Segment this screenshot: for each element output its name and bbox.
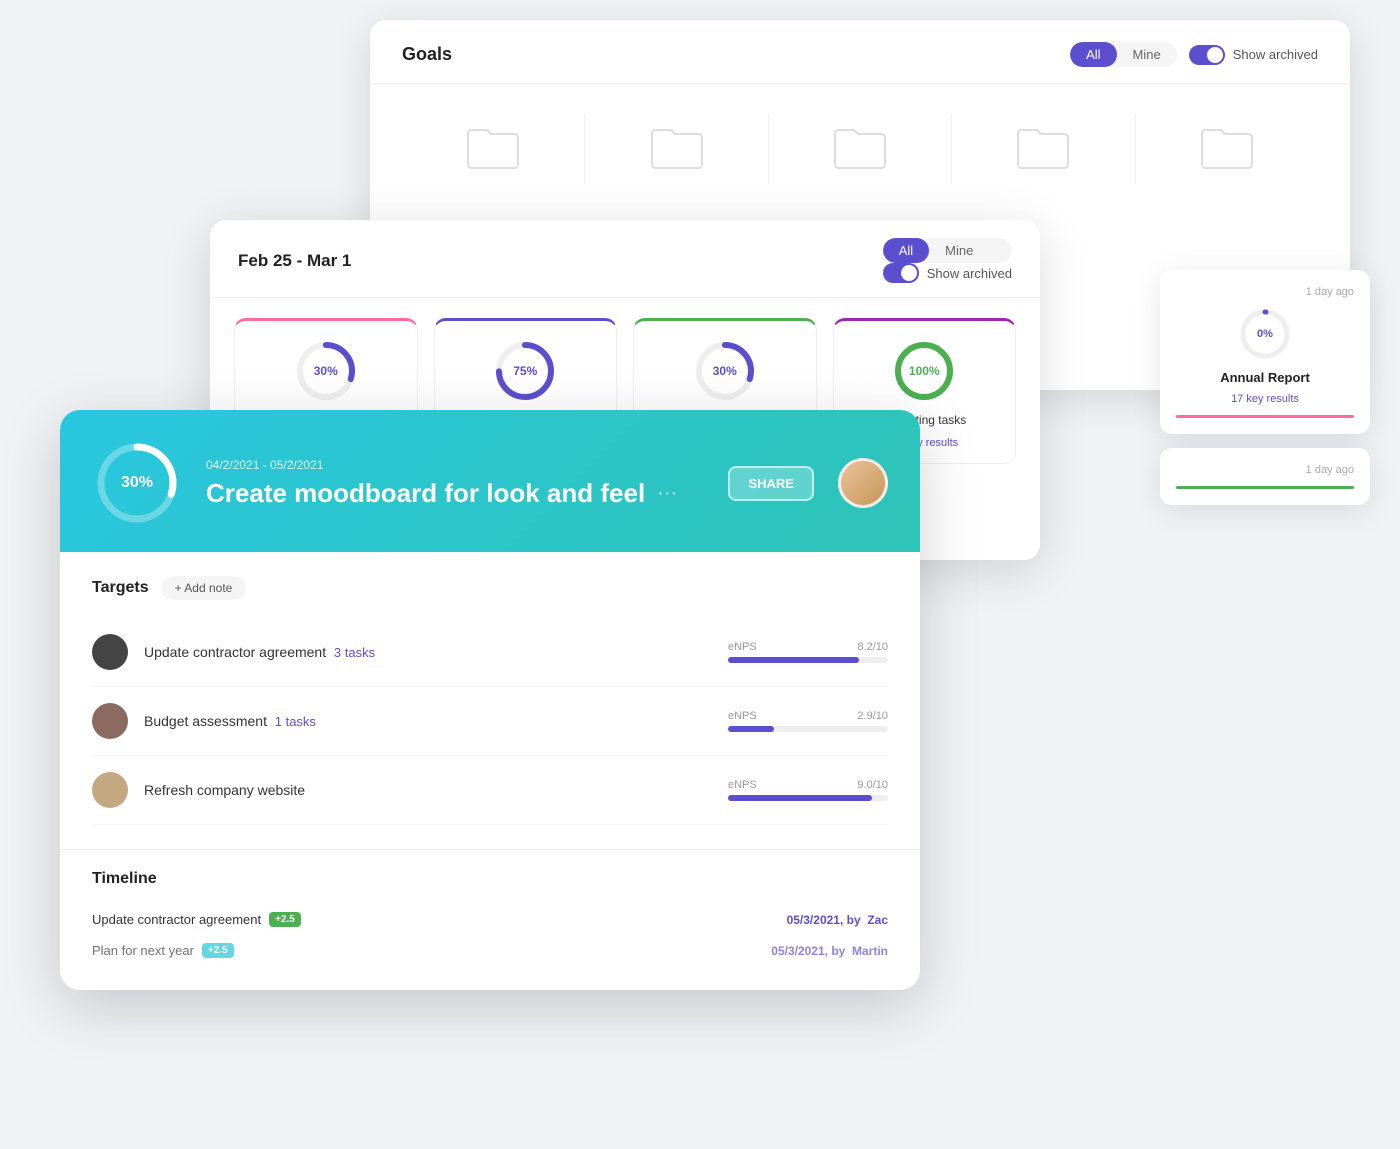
target-avatar-2 [92,703,128,739]
goals-header: Goals All Mine Show archived [370,20,1350,84]
target-avatar-1 [92,634,128,670]
side-card-bar [1176,415,1354,418]
timeline-row-1: Update contractor agreement +2.5 05/3/20… [92,904,888,935]
goals-title: Goals [402,44,452,65]
target-1-name: Update contractor agreement 3 tasks [144,644,712,660]
targets-section-header: Targets + Add note [92,576,888,600]
detail-title: Create moodboard for look and feel [206,478,645,509]
folder-item[interactable] [952,114,1135,184]
metric-2-track [728,726,888,732]
card-1-pct: 30% [314,364,338,378]
donut-3: 30% [693,339,757,403]
target-1-link[interactable]: 3 tasks [334,645,375,660]
side-card-pct: 0% [1257,328,1273,340]
timeline-title: Timeline [92,870,888,888]
target-row: Update contractor agreement 3 tasks eNPS… [92,618,888,687]
timeline-meta-2: 05/3/2021, by Martin [771,944,888,958]
metric-3-label: eNPS [728,779,757,791]
card-3-pct: 30% [713,364,737,378]
side-donut-1: 0% [1237,306,1293,362]
side-card-annual-report[interactable]: 1 day ago 0% Annual Report 17 key result… [1160,270,1370,434]
side-card-title: Annual Report [1220,370,1310,385]
folder-icon [830,124,890,174]
weekly-archived-toggle[interactable]: Show archived [883,263,1012,283]
side-card-2-ago: 1 day ago [1176,464,1354,476]
target-2-link[interactable]: 1 tasks [275,714,316,729]
target-3-name: Refresh company website [144,782,712,798]
add-note-button[interactable]: + Add note [161,576,247,600]
goals-controls: All Mine Show archived [1070,42,1318,67]
donut-2: 75% [493,339,557,403]
metric-2-label: eNPS [728,710,757,722]
weekly-filter-group: All Mine [883,238,1012,263]
metric-2-fill [728,726,774,732]
timeline-row-2: Plan for next year +2.5 05/3/2021, by Ma… [92,935,888,966]
side-card-2-bar [1176,486,1354,489]
goals-archived-label: Show archived [1233,47,1318,62]
target-avatar-3 [92,772,128,808]
side-card-ago: 1 day ago [1176,286,1354,298]
folder-item[interactable] [1136,114,1318,184]
detail-more-icon[interactable]: ··· [657,482,677,505]
timeline-meta-1: 05/3/2021, by Zac [787,913,888,927]
timeline-badge-1: +2.5 [269,912,301,927]
folder-item[interactable] [585,114,768,184]
donut-4: 100% [892,339,956,403]
target-1-metric: eNPS 8.2/10 [728,641,888,663]
targets-title: Targets [92,579,149,597]
metric-1-label: eNPS [728,641,757,653]
side-card-sub: 17 key results [1231,393,1299,405]
goals-folders [370,84,1350,214]
weekly-header: Feb 25 - Mar 1 All Mine Show archived [210,220,1040,298]
target-row: Budget assessment 1 tasks eNPS 2.9/10 [92,687,888,756]
metric-1-fill [728,657,859,663]
target-2-name: Budget assessment 1 tasks [144,713,712,729]
folder-icon [463,124,523,174]
detail-body: Targets + Add note Update contractor agr… [60,552,920,849]
detail-panel: 30% 04/2/2021 - 05/2/2021 Create moodboa… [60,410,920,990]
metric-1-track [728,657,888,663]
goals-archived-toggle[interactable]: Show archived [1189,45,1318,65]
goals-filter-mine[interactable]: Mine [1117,42,1177,67]
metric-2-value: 2.9/10 [857,710,888,722]
target-row: Refresh company website eNPS 9.0/10 [92,756,888,825]
folder-item[interactable] [402,114,585,184]
goals-filter-group: All Mine [1070,42,1177,67]
detail-pct: 30% [121,474,153,492]
metric-3-fill [728,795,872,801]
avatar [838,458,888,508]
weekly-title: Feb 25 - Mar 1 [238,251,351,271]
weekly-toggle-icon[interactable] [883,263,919,283]
timeline-section: Timeline Update contractor agreement +2.… [60,849,920,990]
weekly-archived-label: Show archived [927,266,1012,281]
card-4-pct: 100% [909,364,940,378]
timeline-item-2: Plan for next year +2.5 [92,943,234,958]
weekly-controls: All Mine Show archived [883,238,1012,283]
folder-icon [1013,124,1073,174]
side-card-2[interactable]: 1 day ago [1160,448,1370,505]
target-2-metric: eNPS 2.9/10 [728,710,888,732]
target-3-metric: eNPS 9.0/10 [728,779,888,801]
detail-donut: 30% [92,438,182,528]
folder-icon [647,124,707,174]
toggle-switch-icon[interactable] [1189,45,1225,65]
detail-dates: 04/2/2021 - 05/2/2021 [206,458,704,472]
donut-1: 30% [294,339,358,403]
timeline-item-1: Update contractor agreement +2.5 [92,912,301,927]
timeline-badge-2: +2.5 [202,943,234,958]
detail-info: 04/2/2021 - 05/2/2021 Create moodboard f… [206,458,704,509]
detail-header: 30% 04/2/2021 - 05/2/2021 Create moodboa… [60,410,920,552]
goals-filter-all[interactable]: All [1070,42,1116,67]
side-card-donut: 0% Annual Report 17 key results [1176,306,1354,405]
folder-item[interactable] [769,114,952,184]
metric-3-track [728,795,888,801]
weekly-filter-all[interactable]: All [883,238,929,263]
right-side-panel: 1 day ago 0% Annual Report 17 key result… [1160,270,1370,519]
metric-1-value: 8.2/10 [857,641,888,653]
share-button[interactable]: SHARE [728,466,814,501]
weekly-filter-mine[interactable]: Mine [929,238,989,263]
folder-icon [1197,124,1257,174]
metric-3-value: 9.0/10 [857,779,888,791]
card-2-pct: 75% [513,364,537,378]
